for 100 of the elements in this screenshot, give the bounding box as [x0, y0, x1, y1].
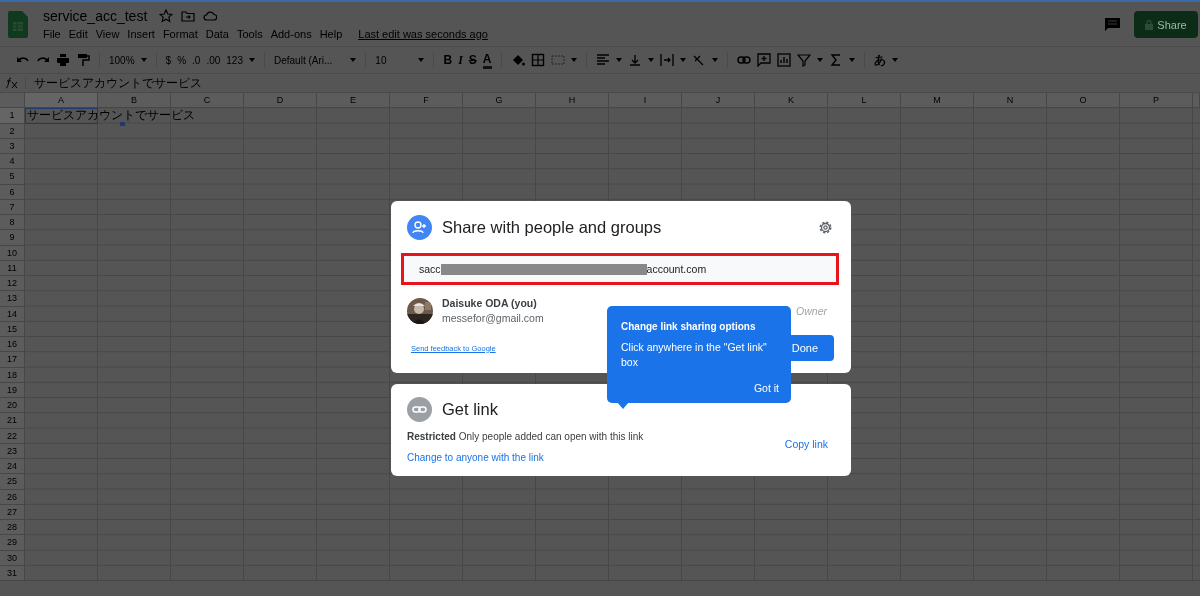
column-header[interactable]: N [974, 93, 1047, 109]
column-header[interactable]: K [755, 93, 828, 109]
share-button[interactable]: Share [1134, 11, 1198, 38]
add-person-icon [407, 215, 432, 240]
input-tools-button[interactable]: あ [873, 51, 886, 69]
menu-item[interactable]: Format [158, 28, 202, 40]
caret-icon[interactable] [679, 58, 686, 62]
row-header[interactable]: 9 [0, 230, 25, 246]
column-header[interactable]: D [244, 93, 317, 109]
menu-item[interactable]: File [43, 28, 65, 40]
row-header[interactable]: 25 [0, 474, 25, 490]
column-header[interactable]: C [171, 93, 244, 109]
column-header[interactable]: A [25, 93, 98, 109]
column-header[interactable]: P [1120, 93, 1193, 109]
vertical-align-icon[interactable] [627, 53, 642, 67]
caret-icon[interactable] [816, 58, 823, 62]
text-wrap-icon[interactable] [659, 53, 674, 67]
row-header[interactable]: 20 [0, 398, 25, 414]
currency-button[interactable]: $ [165, 54, 172, 66]
column-header[interactable]: E [317, 93, 390, 109]
row-header[interactable]: 8 [0, 215, 25, 231]
caret-icon[interactable] [891, 58, 898, 62]
caret-icon[interactable] [249, 58, 255, 62]
settings-icon[interactable] [818, 220, 833, 235]
caret-icon[interactable] [140, 58, 147, 62]
chart-icon[interactable] [776, 53, 791, 67]
folder-icon[interactable] [181, 9, 196, 23]
column-header[interactable]: O [1047, 93, 1120, 109]
column-header[interactable]: J [682, 93, 755, 109]
row-header[interactable]: 16 [0, 337, 25, 353]
caret-icon[interactable] [711, 58, 718, 62]
text-color-button[interactable]: A [482, 51, 492, 69]
caret-icon[interactable] [615, 58, 622, 62]
caret-icon[interactable] [570, 58, 577, 62]
column-header[interactable]: M [901, 93, 974, 109]
formula-input[interactable]: サービスアカウントでサービス [34, 74, 202, 92]
link-icon [407, 397, 432, 422]
font-dropdown[interactable]: Default (Ari... [274, 54, 333, 66]
paint-roller-icon[interactable] [76, 53, 90, 67]
document-title[interactable]: service_acc_test [43, 8, 148, 24]
fill-handle[interactable] [120, 121, 125, 126]
column-header[interactable]: H [536, 93, 609, 109]
comment-icon[interactable] [1105, 17, 1120, 32]
number-format-dropdown[interactable]: 123 [226, 54, 243, 66]
row-header[interactable]: 21 [0, 413, 25, 429]
person-name: Daisuke ODA (you) [442, 297, 538, 309]
row-header[interactable]: 17 [0, 352, 25, 368]
align-left-icon[interactable] [595, 53, 610, 67]
row-header[interactable]: 1 [0, 108, 25, 124]
decrease-decimal-button[interactable]: .0 [192, 54, 201, 66]
filter-icon[interactable] [796, 53, 811, 67]
select-all-corner[interactable] [0, 93, 25, 109]
column-header[interactable]: B [98, 93, 171, 109]
column-header[interactable]: G [463, 93, 536, 109]
percent-button[interactable]: % [177, 54, 187, 66]
borders-icon[interactable] [530, 53, 545, 67]
access-description: Restricted Only people added can open with this link [407, 431, 644, 442]
menu-item[interactable]: Tools [232, 28, 267, 40]
italic-button[interactable]: I [458, 52, 463, 68]
font-size-dropdown[interactable]: 10 [375, 54, 387, 66]
print-icon[interactable] [56, 53, 70, 67]
cell-selection-frame[interactable] [25, 108, 98, 124]
copy-link-button[interactable]: Copy link [784, 437, 828, 450]
link-icon[interactable] [736, 53, 751, 67]
table-cell[interactable]: サービスアカウントでサービス [27, 109, 195, 122]
caret-icon[interactable] [350, 58, 357, 62]
sigma-icon[interactable] [828, 53, 843, 67]
menu-item[interactable]: Data [201, 28, 233, 40]
menu-item[interactable]: View [91, 28, 124, 40]
text-rotation-icon[interactable] [691, 53, 706, 67]
last-edit-link[interactable]: Last edit was seconds ago [354, 28, 492, 40]
bold-button[interactable]: B [443, 53, 453, 67]
add-comment-icon[interactable] [756, 53, 771, 67]
cloud-icon[interactable] [203, 9, 218, 23]
caret-icon[interactable] [418, 58, 425, 62]
row-header[interactable]: 5 [0, 169, 25, 185]
sheets-logo[interactable] [8, 11, 28, 38]
increase-decimal-button[interactable]: .00 [206, 54, 221, 66]
caret-icon[interactable] [848, 58, 855, 62]
star-icon[interactable] [159, 9, 174, 23]
menu-item[interactable]: Help [315, 28, 347, 40]
row-header[interactable]: 29 [0, 535, 25, 551]
lock-icon [1145, 19, 1154, 30]
got-it-button[interactable]: Got it [753, 382, 779, 394]
row-header[interactable]: 13 [0, 291, 25, 307]
menu-item[interactable]: Insert [123, 28, 159, 40]
merge-cells-icon[interactable] [550, 53, 565, 67]
row-header[interactable]: 24 [0, 459, 25, 475]
column-header[interactable]: F [390, 93, 463, 109]
caret-icon[interactable] [647, 58, 654, 62]
zoom-dropdown[interactable]: 100% [109, 54, 135, 66]
menu-item[interactable]: Edit [64, 28, 92, 40]
column-header[interactable]: L [828, 93, 901, 109]
menu-item[interactable]: Add-ons [266, 28, 316, 40]
strikethrough-button[interactable]: S [468, 53, 477, 67]
change-access-link[interactable]: Change to anyone with the link [407, 452, 544, 463]
row-header[interactable]: 28 [0, 520, 25, 536]
email-field[interactable]: sacc account.com [404, 256, 836, 282]
row-header[interactable]: 12 [0, 276, 25, 292]
row-header[interactable]: 4 [0, 154, 25, 170]
